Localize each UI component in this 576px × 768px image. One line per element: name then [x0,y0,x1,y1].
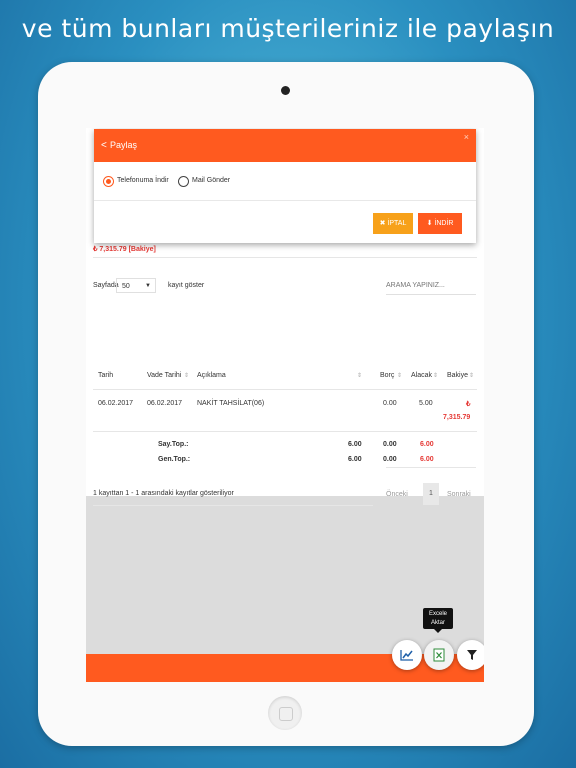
sort-icon: ⇕ [469,373,475,379]
close-icon[interactable]: × [464,128,469,154]
cell-vade: 06.02.2017 [147,400,183,407]
send-mail-label: Mail Gönder [192,177,231,184]
column-header-bakiye[interactable]: Bakiye [447,372,468,379]
home-button[interactable] [268,696,302,730]
tooltip: Excele Aktar [423,608,453,633]
cell-tarih: 06.02.2017 [98,400,134,407]
cancel-button[interactable]: ✖ İPTAL [373,213,413,234]
column-header-vade[interactable]: Vade Tarihi [147,372,181,379]
share-icon: < [101,140,107,151]
excel-export-button[interactable] [424,640,454,670]
filter-button[interactable] [457,640,484,670]
sort-icon: ⇕ [357,373,363,379]
modal-header: < Paylaş × [94,129,476,162]
totals-value: 6.00 [420,441,434,448]
share-modal: < Paylaş × Telefonuma İndir Mail Gönder … [94,129,476,243]
totals-label: Gen.Top.: [158,456,191,463]
sort-icon: ⇕ [433,373,439,379]
totals-value: 6.00 [348,441,362,448]
totals-value: 6.00 [420,456,434,463]
cell-bakiye: 7,315.79 [443,414,471,421]
divider [93,257,477,258]
search-input[interactable] [386,277,476,295]
page-size-suffix: kayıt göster [168,282,205,289]
send-mail-radio[interactable] [178,176,189,187]
chevron-down-icon: ▼ [145,283,151,289]
headline: ve tüm bunları müşterileriniz ile paylaş… [21,14,555,43]
modal-title: Paylaş [110,140,138,150]
column-header-aciklama[interactable]: Açıklama [197,372,226,379]
excel-icon [433,648,445,662]
app-screen: ₺ 7,315.79 [Bakiye] Sayfada 50 ▼ kayıt g… [86,128,484,682]
chart-icon [400,650,413,661]
balance-label: ₺ 7,315.79 [Bakiye] [93,246,156,253]
row-divider [93,431,477,432]
column-header-alacak[interactable]: Alacak [411,372,432,379]
previous-button[interactable]: Önceki [386,491,408,498]
camera [281,86,290,95]
cell-borc: 0.00 [383,400,397,407]
cell-aciklama: NAKİT TAHSİLAT(06) [197,400,265,407]
page-size-value: 50 [122,283,130,290]
totals-value: 0.00 [383,456,397,463]
modal-divider [94,200,476,201]
currency-symbol: ₺ [466,401,471,408]
filter-icon [467,650,477,660]
header-divider [93,389,477,390]
cell-alacak: 5.00 [419,400,433,407]
sort-icon: ⇕ [184,373,190,379]
download-phone-radio[interactable] [103,176,114,187]
download-phone-label: Telefonuma İndir [117,177,169,184]
content-area: ₺ 7,315.79 [Bakiye] Sayfada 50 ▼ kayıt g… [86,128,484,506]
column-header-tarih[interactable]: Tarih [98,372,113,379]
totals-value: 6.00 [348,456,362,463]
tablet-frame: ₺ 7,315.79 [Bakiye] Sayfada 50 ▼ kayıt g… [38,62,534,746]
totals-value: 0.00 [383,441,397,448]
footer-divider [93,505,373,506]
sort-icon: ⇕ [397,373,403,379]
page-size-prefix: Sayfada [93,282,119,289]
chart-button[interactable] [392,640,422,670]
column-header-borc[interactable]: Borç [380,372,394,379]
totals-divider [386,467,476,468]
download-button[interactable]: ⬇ İNDİR [418,213,462,234]
pagination-info: 1 kayıttan 1 - 1 arasındaki kayıtlar gös… [93,490,234,497]
next-button[interactable]: Sonraki [447,491,471,498]
page-size-select[interactable]: 50 ▼ [116,278,156,293]
totals-label: Say.Top.: [158,441,189,448]
page-number-button[interactable]: 1 [423,483,439,505]
